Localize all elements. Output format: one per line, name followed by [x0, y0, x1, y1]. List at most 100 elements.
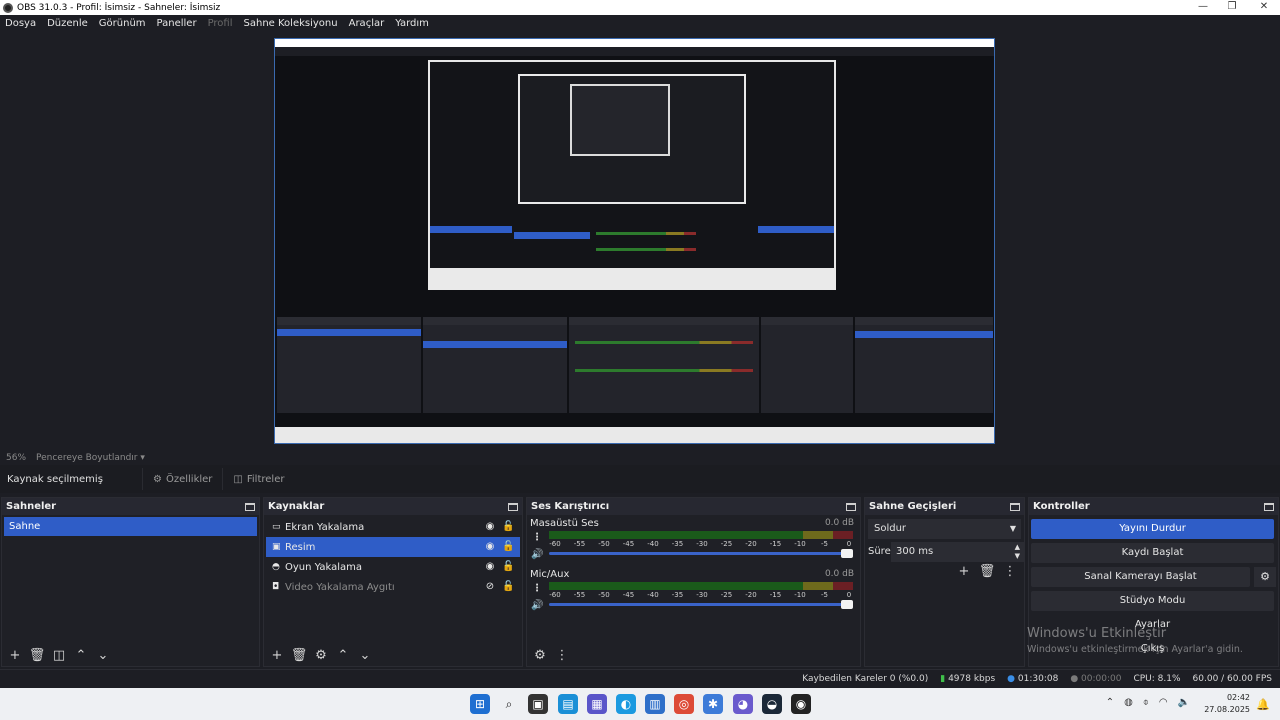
scenes-dock-title: Sahneler — [6, 501, 57, 512]
menu-help[interactable]: Yardım — [395, 18, 429, 29]
sources-dock: Kaynaklar ▭ Ekran Yakalama ◉ 🔓 ▣ Resim ◉… — [263, 497, 523, 667]
controls-dock-title: Kontroller — [1033, 501, 1090, 512]
meter-tick-label: 0 — [846, 540, 852, 548]
advanced-audio-button[interactable]: ⚙ — [531, 647, 549, 663]
speaker-icon[interactable]: 🔊 — [531, 549, 543, 560]
volume-slider[interactable] — [549, 600, 853, 609]
exit-button[interactable]: Çıkış — [1031, 639, 1274, 659]
undock-icon[interactable] — [1010, 502, 1020, 511]
scale-mode-dropdown[interactable]: Pencereye Boyutlandır ▾ — [36, 453, 145, 463]
start-virtual-camera-button[interactable]: Sanal Kamerayı Başlat — [1031, 567, 1250, 587]
lock-icon[interactable]: 🔓 — [502, 540, 514, 554]
source-item[interactable]: ◘ Video Yakalama Aygıtı ⊘ 🔓 — [266, 577, 520, 597]
close-button[interactable]: ✕ — [1248, 0, 1280, 15]
mixer-dock-title: Ses Karıştırıcı — [531, 501, 610, 512]
menu-edit[interactable]: Düzenle — [47, 18, 88, 29]
remove-source-button[interactable]: 🗑 — [290, 647, 308, 663]
source-item[interactable]: ▭ Ekran Yakalama ◉ 🔓 — [266, 517, 520, 537]
duration-input[interactable]: 300 ms ▲ ▼ — [891, 542, 1024, 562]
stop-stream-button[interactable]: Yayını Durdur — [1031, 519, 1274, 539]
nested-docks — [275, 317, 994, 427]
gear-icon: ⚙ — [153, 473, 162, 485]
discord-icon[interactable]: ◕ — [733, 694, 753, 714]
teams-icon[interactable]: ▦ — [587, 694, 607, 714]
menu-profile[interactable]: Profil — [208, 18, 233, 29]
source-properties-button[interactable]: ⚙ — [312, 647, 330, 663]
meter-tick-label: -40 — [647, 591, 659, 599]
volume-slider-handle[interactable] — [841, 549, 853, 558]
monitor-icon: ▭ — [272, 522, 281, 532]
transition-select[interactable]: Soldur ▼ — [868, 519, 1021, 539]
menu-tools[interactable]: Araçlar — [349, 18, 385, 29]
gear-icon[interactable]: ⚙ — [1254, 567, 1276, 587]
eye-hidden-icon[interactable]: ⊘ — [484, 581, 496, 593]
source-item[interactable]: ◓ Oyun Yakalama ◉ 🔓 — [266, 557, 520, 577]
chevron-up-icon[interactable]: ⌃ — [1106, 697, 1114, 708]
preview-canvas[interactable] — [274, 38, 995, 444]
minimize-button[interactable]: — — [1187, 0, 1219, 15]
remove-transition-button[interactable]: 🗑 — [978, 563, 996, 579]
undock-icon[interactable] — [245, 502, 255, 511]
settings-app-icon[interactable]: ✱ — [703, 694, 723, 714]
spinner-icon[interactable]: ▲ ▼ — [1015, 543, 1020, 561]
meter-tick-label: -45 — [622, 591, 635, 599]
speaker-icon[interactable]: 🔊 — [531, 600, 543, 611]
lock-icon[interactable]: 🔓 — [502, 520, 514, 534]
menu-view[interactable]: Görünüm — [99, 18, 146, 29]
undock-icon[interactable] — [846, 502, 856, 511]
mixer-toolbar: ⚙ ⋮ — [527, 644, 860, 666]
menu-docks[interactable]: Paneller — [157, 18, 197, 29]
add-scene-button[interactable]: + — [6, 647, 24, 663]
maximize-button[interactable]: ❐ — [1216, 0, 1248, 15]
move-up-button[interactable]: ⌃ — [334, 647, 352, 663]
eye-icon[interactable]: ◉ — [484, 541, 496, 553]
lock-icon[interactable]: 🔓 — [502, 580, 514, 594]
mixer-menu-button[interactable]: ⋮ — [553, 647, 571, 663]
steam-icon[interactable]: ◒ — [762, 694, 782, 714]
volume-slider[interactable] — [549, 549, 853, 558]
channel-menu-icon[interactable]: ⋮ — [532, 583, 542, 594]
volume-slider-handle[interactable] — [841, 600, 853, 609]
nested-control-item — [855, 331, 993, 338]
chrome-icon[interactable]: ◎ — [674, 694, 694, 714]
store-icon[interactable]: ▥ — [645, 694, 665, 714]
start-recording-button[interactable]: Kaydı Başlat — [1031, 543, 1274, 563]
scene-item[interactable]: Sahne — [4, 517, 257, 536]
start-icon[interactable]: ⊞ — [470, 694, 490, 714]
move-up-button[interactable]: ⌃ — [72, 647, 90, 663]
scene-filters-button[interactable]: ◫ — [50, 647, 68, 663]
meter-scale: -60 -55 -50 -45 -40 -35 -30 -25 -20 -15 -10 -5 0 — [549, 540, 859, 548]
add-source-button[interactable]: + — [268, 647, 286, 663]
filters-button[interactable]: ◫ Filtreler — [222, 468, 294, 490]
taskbar-clock[interactable]: 02:42 27.08.2025 — [1204, 692, 1250, 716]
undock-icon[interactable] — [1264, 502, 1274, 511]
task-view-icon[interactable]: ▣ — [528, 694, 548, 714]
network-icon[interactable]: ◍ — [1124, 697, 1133, 708]
add-transition-button[interactable]: + — [955, 563, 973, 579]
wifi-icon[interactable]: ◠ — [1159, 697, 1168, 708]
meter-tick-label: -30 — [696, 540, 708, 548]
move-down-button[interactable]: ⌄ — [94, 647, 112, 663]
remove-scene-button[interactable]: 🗑 — [28, 647, 46, 663]
menu-scene-collection[interactable]: Sahne Koleksiyonu — [244, 18, 338, 29]
lock-icon[interactable]: 🔓 — [502, 560, 514, 574]
menu-file[interactable]: Dosya — [5, 18, 36, 29]
channel-menu-icon[interactable]: ⋮ — [532, 532, 542, 543]
settings-button[interactable]: Ayarlar — [1031, 615, 1274, 635]
properties-button[interactable]: ⚙ Özellikler — [142, 468, 222, 490]
move-down-button[interactable]: ⌄ — [356, 647, 374, 663]
eye-icon[interactable]: ◉ — [484, 521, 496, 533]
widgets-icon[interactable]: ▤ — [558, 694, 578, 714]
obs-taskbar-icon[interactable]: ◉ — [791, 694, 811, 714]
volume-icon[interactable]: 🔈 — [1178, 697, 1190, 708]
studio-mode-button[interactable]: Stüdyo Modu — [1031, 591, 1274, 611]
search-icon[interactable]: ⌕ — [499, 694, 519, 714]
edge-icon[interactable]: ◐ — [616, 694, 636, 714]
mic-icon[interactable]: ⌽ — [1143, 697, 1149, 708]
nested-taskbar — [428, 270, 836, 290]
source-item[interactable]: ▣ Resim ◉ 🔓 — [266, 537, 520, 557]
undock-icon[interactable] — [508, 502, 518, 511]
eye-icon[interactable]: ◉ — [484, 561, 496, 573]
transition-menu-button[interactable]: ⋮ — [1001, 563, 1019, 579]
notification-bell-icon[interactable]: 🔔 — [1256, 698, 1270, 711]
